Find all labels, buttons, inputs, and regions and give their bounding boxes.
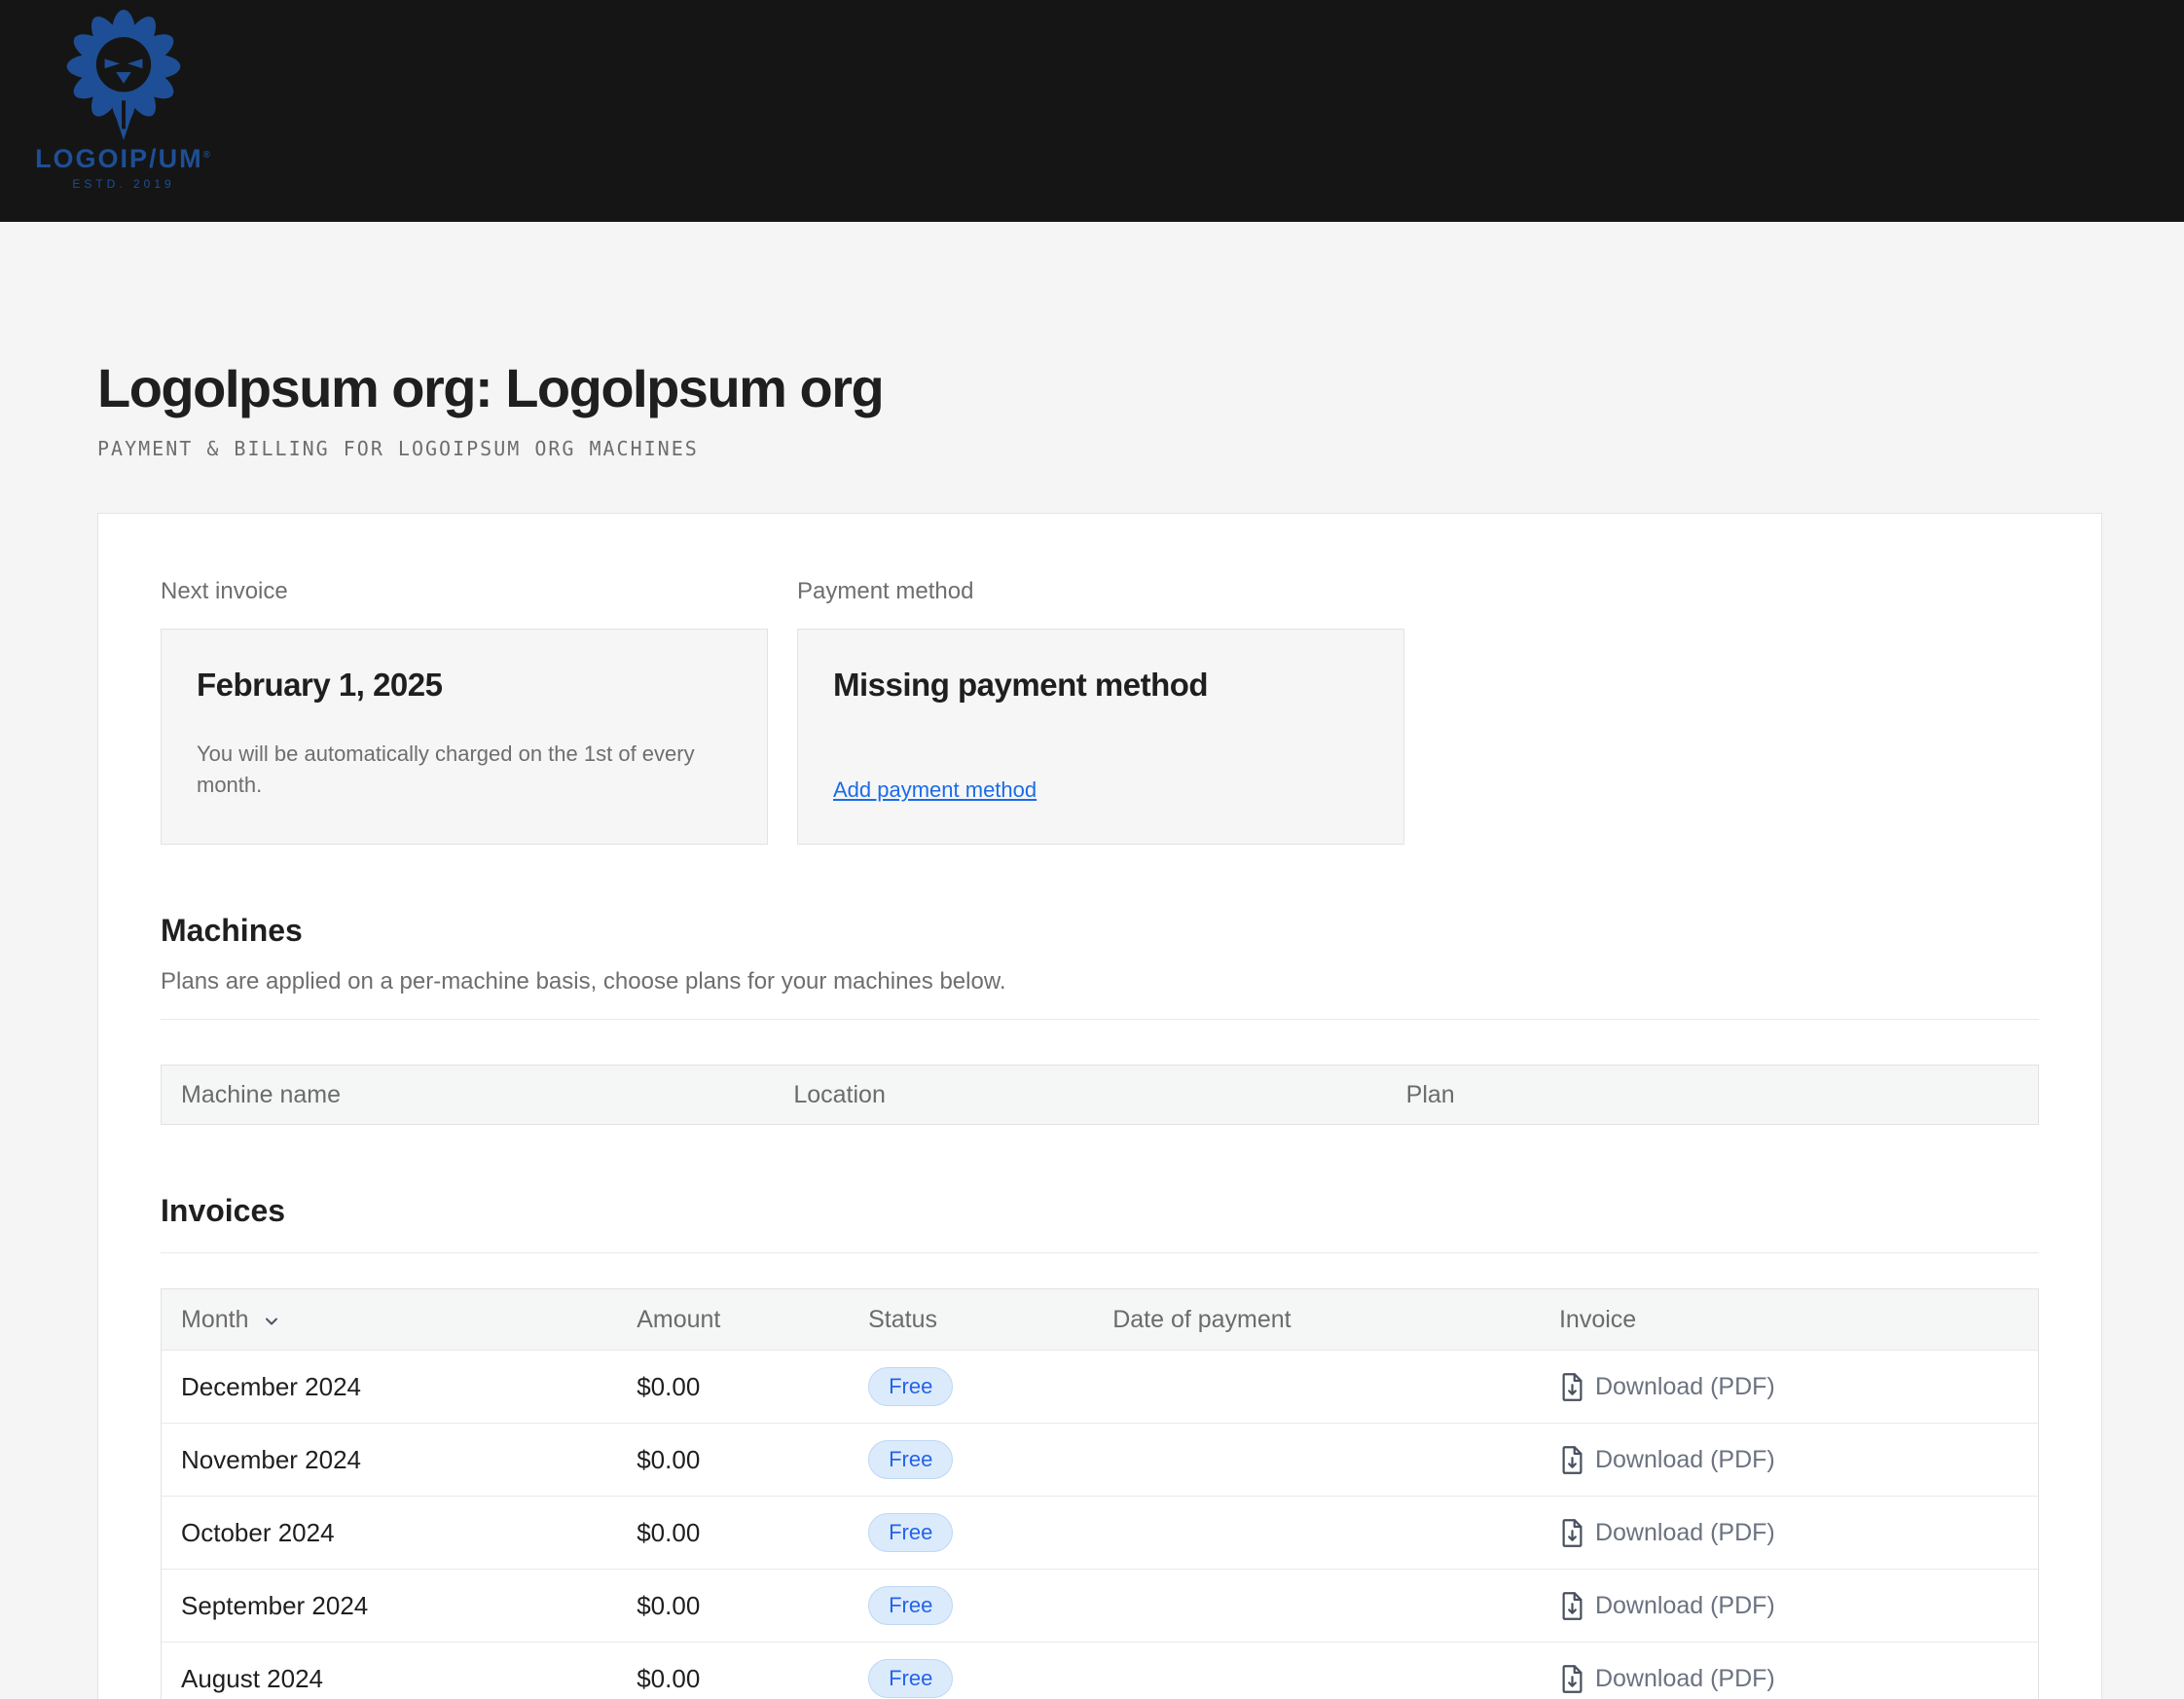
table-row: August 2024 $0.00 Free Download (PDF) <box>162 1642 2038 1699</box>
invoice-month: October 2024 <box>181 1518 637 1548</box>
lion-logo-icon <box>66 10 181 144</box>
month-column-label: Month <box>181 1306 248 1334</box>
invoice-amount: $0.00 <box>637 1518 868 1548</box>
machines-table-header: Machine name Location Plan <box>161 1065 2039 1125</box>
invoices-table-header: Month Amount Status Date of payment Invo… <box>162 1289 2038 1350</box>
invoice-amount: $0.00 <box>637 1591 868 1621</box>
page-subtitle: PAYMENT & BILLING FOR LOGOIPSUM ORG MACH… <box>97 437 2102 460</box>
month-column-header[interactable]: Month <box>181 1306 637 1334</box>
table-row: December 2024 $0.00 Free Download (PDF) <box>162 1350 2038 1423</box>
invoice-amount: $0.00 <box>637 1664 868 1694</box>
download-pdf-link[interactable]: Download (PDF) <box>1559 1445 2019 1475</box>
chevron-down-icon <box>262 1312 281 1331</box>
document-download-icon <box>1559 1591 1585 1621</box>
machines-description: Plans are applied on a per-machine basis… <box>161 968 2039 995</box>
table-row: November 2024 $0.00 Free Download (PDF) <box>162 1423 2038 1496</box>
download-pdf-label: Download (PDF) <box>1595 1373 1775 1401</box>
missing-payment-title: Missing payment method <box>833 667 1368 704</box>
invoice-month: September 2024 <box>181 1591 637 1621</box>
machines-divider <box>161 1019 2039 1020</box>
download-pdf-label: Download (PDF) <box>1595 1446 1775 1474</box>
status-badge: Free <box>868 1513 953 1552</box>
logo-estd: ESTD. 2019 <box>72 177 174 191</box>
download-pdf-link[interactable]: Download (PDF) <box>1559 1518 2019 1548</box>
invoice-amount: $0.00 <box>637 1372 868 1402</box>
date-column-header: Date of payment <box>1112 1306 1559 1334</box>
invoice-amount: $0.00 <box>637 1445 868 1475</box>
download-pdf-label: Download (PDF) <box>1595 1519 1775 1547</box>
download-pdf-link[interactable]: Download (PDF) <box>1559 1591 2019 1621</box>
status-badge: Free <box>868 1659 953 1698</box>
payment-method-label: Payment method <box>797 578 1404 605</box>
document-download-icon <box>1559 1372 1585 1402</box>
download-pdf-link[interactable]: Download (PDF) <box>1559 1372 2019 1402</box>
document-download-icon <box>1559 1445 1585 1475</box>
logo-wordmark: LOGOIP/UM® <box>35 146 212 172</box>
registered-mark: ® <box>203 150 212 161</box>
document-download-icon <box>1559 1518 1585 1548</box>
machines-title: Machines <box>161 913 2039 949</box>
next-invoice-date: February 1, 2025 <box>197 667 732 704</box>
download-pdf-label: Download (PDF) <box>1595 1592 1775 1620</box>
top-banner: LOGOIP/UM® ESTD. 2019 <box>0 0 2184 222</box>
payment-method-card: Missing payment method Add payment metho… <box>797 629 1404 845</box>
invoices-title: Invoices <box>161 1193 2039 1229</box>
status-badge: Free <box>868 1367 953 1406</box>
download-pdf-link[interactable]: Download (PDF) <box>1559 1664 2019 1694</box>
invoice-column-header: Invoice <box>1559 1306 2019 1334</box>
download-pdf-label: Download (PDF) <box>1595 1665 1775 1693</box>
payment-method-group: Payment method Missing payment method Ad… <box>797 578 1404 845</box>
machines-col-plan: Plan <box>1406 1081 2019 1109</box>
next-invoice-card: February 1, 2025 You will be automatical… <box>161 629 768 845</box>
invoice-month: November 2024 <box>181 1445 637 1475</box>
add-payment-method-link[interactable]: Add payment method <box>833 777 1037 803</box>
status-badge: Free <box>868 1440 953 1479</box>
invoices-divider <box>161 1252 2039 1253</box>
status-column-header: Status <box>868 1306 1112 1334</box>
next-invoice-description: You will be automatically charged on the… <box>197 739 703 801</box>
machines-col-name: Machine name <box>181 1081 793 1109</box>
invoice-month: August 2024 <box>181 1664 637 1694</box>
invoices-table: Month Amount Status Date of payment Invo… <box>161 1288 2039 1699</box>
machines-col-location: Location <box>793 1081 1405 1109</box>
invoice-month: December 2024 <box>181 1372 637 1402</box>
status-badge: Free <box>868 1586 953 1625</box>
next-invoice-label: Next invoice <box>161 578 768 605</box>
document-download-icon <box>1559 1664 1585 1694</box>
page-title: LogoIpsum org: LogoIpsum org <box>97 356 2102 419</box>
amount-column-header: Amount <box>637 1306 868 1334</box>
table-row: September 2024 $0.00 Free Download (PDF) <box>162 1569 2038 1642</box>
logo: LOGOIP/UM® ESTD. 2019 <box>19 10 228 191</box>
next-invoice-group: Next invoice February 1, 2025 You will b… <box>161 578 768 845</box>
table-row: October 2024 $0.00 Free Download (PDF) <box>162 1496 2038 1569</box>
billing-panel: Next invoice February 1, 2025 You will b… <box>97 513 2102 1699</box>
